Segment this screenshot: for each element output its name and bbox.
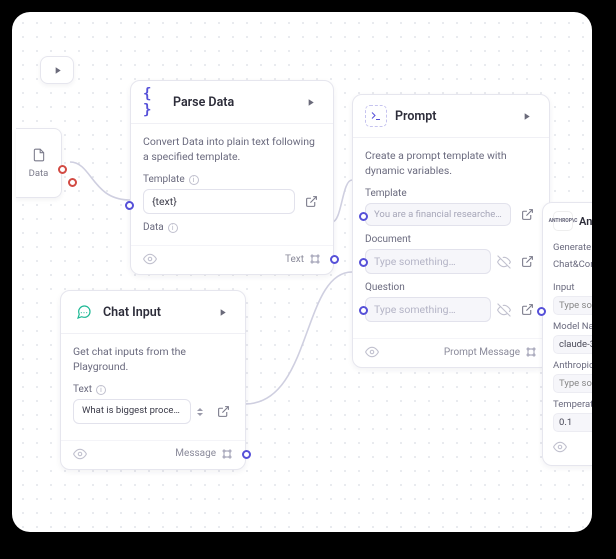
port-out-message[interactable] bbox=[242, 450, 251, 459]
desc-line2: Chat&Com bbox=[553, 258, 592, 271]
field-label-text: Texti bbox=[73, 384, 233, 395]
eye-icon[interactable] bbox=[553, 440, 567, 454]
link-icon bbox=[309, 253, 321, 265]
node-prompt[interactable]: Prompt Create a prompt template with dyn… bbox=[352, 94, 550, 368]
chat-icon bbox=[73, 301, 95, 323]
expand-button[interactable] bbox=[213, 402, 233, 422]
input-field[interactable]: Type som bbox=[553, 296, 592, 315]
node-title: Prompt bbox=[395, 109, 507, 124]
link-icon bbox=[221, 448, 233, 460]
play-icon bbox=[521, 111, 532, 122]
expand-button[interactable] bbox=[517, 300, 537, 320]
node-description: Create a prompt template with dynamic va… bbox=[365, 148, 537, 178]
data-label: Data bbox=[29, 168, 49, 179]
node-header: Chat Input bbox=[61, 291, 245, 334]
document-input[interactable]: Type something… bbox=[365, 249, 491, 274]
node-header: { } Parse Data bbox=[131, 81, 333, 124]
expand-icon bbox=[521, 208, 534, 221]
info-icon: i bbox=[96, 385, 106, 395]
field-label-data: Datai bbox=[143, 222, 321, 233]
output-label: Prompt Message bbox=[444, 347, 520, 358]
info-icon: i bbox=[189, 175, 199, 185]
node-anthropic-partial[interactable]: ANTHROP\C Ant Generate t Chat&Com Input … bbox=[542, 202, 592, 466]
node-title: Parse Data bbox=[173, 95, 291, 110]
port-in-anthropic[interactable] bbox=[537, 307, 546, 316]
prompt-icon bbox=[365, 105, 387, 127]
node-footer: Text bbox=[131, 245, 333, 274]
run-button[interactable] bbox=[299, 91, 321, 113]
field-label-template: Templatei bbox=[143, 174, 321, 185]
expand-button[interactable] bbox=[517, 252, 537, 272]
output-label: Message bbox=[175, 448, 216, 459]
label-input: Input bbox=[553, 282, 592, 293]
desc-line1: Generate t bbox=[553, 241, 592, 254]
label-api: Anthropic A bbox=[553, 360, 592, 371]
expand-icon bbox=[217, 405, 230, 418]
node-footer: Prompt Message bbox=[353, 338, 549, 367]
eye-icon[interactable] bbox=[143, 252, 157, 266]
number-stepper[interactable] bbox=[197, 408, 203, 416]
expand-icon bbox=[305, 195, 318, 208]
node-header: Prompt bbox=[353, 95, 549, 138]
braces-icon: { } bbox=[143, 91, 165, 113]
field-label-document: Document bbox=[365, 234, 537, 245]
flow-canvas[interactable]: Data { } Parse Data Convert Data into pl… bbox=[12, 12, 592, 532]
node-parse-data[interactable]: { } Parse Data Convert Data into plain t… bbox=[130, 80, 334, 275]
field-label-template: Template bbox=[365, 188, 537, 199]
port-out-data[interactable] bbox=[58, 165, 67, 174]
api-field[interactable]: Type som bbox=[553, 374, 592, 393]
port-in-data[interactable] bbox=[125, 201, 134, 210]
play-icon bbox=[52, 65, 63, 76]
eye-off-icon[interactable] bbox=[497, 303, 511, 317]
template-input[interactable]: You are a financial researcher for the p… bbox=[365, 203, 511, 226]
node-title: Ant bbox=[579, 215, 592, 228]
port-dangling[interactable] bbox=[68, 178, 77, 187]
play-icon bbox=[305, 97, 316, 108]
node-title: Chat Input bbox=[103, 305, 203, 320]
collapsed-node-play[interactable] bbox=[40, 56, 74, 84]
question-input[interactable]: Type something… bbox=[365, 297, 491, 322]
collapsed-node-data[interactable]: Data bbox=[16, 128, 62, 198]
node-description: Convert Data into plain text following a… bbox=[143, 134, 321, 164]
temperature-field[interactable]: 0.1 bbox=[553, 413, 592, 432]
eye-off-icon[interactable] bbox=[497, 255, 511, 269]
expand-icon bbox=[521, 303, 534, 316]
template-input[interactable]: {text} bbox=[143, 189, 295, 214]
run-button[interactable] bbox=[211, 301, 233, 323]
eye-icon[interactable] bbox=[365, 345, 379, 359]
expand-button[interactable] bbox=[517, 205, 537, 225]
node-chat-input[interactable]: Chat Input Get chat inputs from the Play… bbox=[60, 290, 246, 470]
link-icon bbox=[525, 346, 537, 358]
label-model: Model Nam bbox=[553, 321, 592, 332]
eye-icon[interactable] bbox=[73, 447, 87, 461]
node-footer: Message bbox=[61, 440, 245, 469]
expand-icon bbox=[521, 255, 534, 268]
expand-button[interactable] bbox=[301, 192, 321, 212]
node-description: Get chat inputs from the Playground. bbox=[73, 344, 233, 374]
run-button[interactable] bbox=[515, 105, 537, 127]
info-icon: i bbox=[168, 223, 178, 233]
label-temperature: Temperatur bbox=[553, 399, 592, 410]
output-label: Text bbox=[285, 254, 304, 265]
model-field[interactable]: claude-3- bbox=[553, 335, 592, 354]
field-label-question: Question bbox=[365, 282, 537, 293]
anthropic-logo: ANTHROP\C bbox=[553, 211, 573, 231]
text-input[interactable]: What is biggest procedure by estimated bbox=[73, 399, 191, 423]
file-icon bbox=[32, 148, 46, 162]
play-icon bbox=[217, 307, 228, 318]
